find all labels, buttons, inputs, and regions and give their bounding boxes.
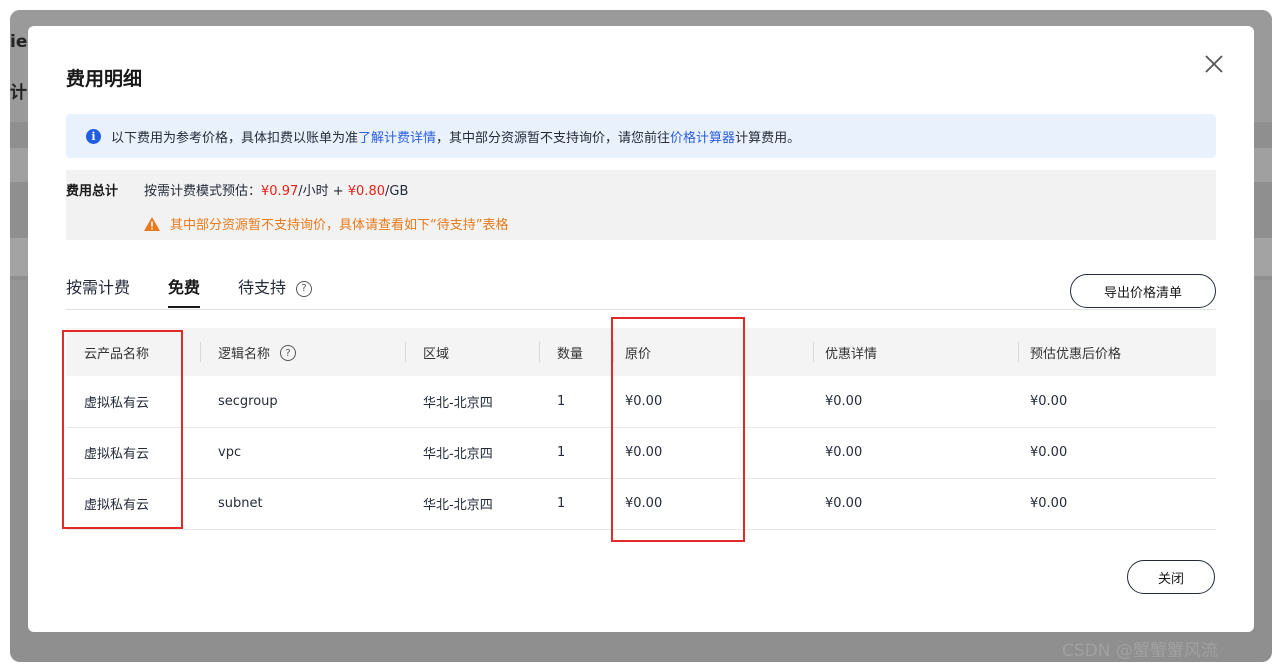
cell-product: 虚拟私有云 [66, 427, 200, 479]
cell-estimated-price: ¥0.00 [1018, 427, 1216, 479]
cell-discount: ¥0.00 [813, 427, 1018, 479]
tab-label: 待支持 [238, 278, 287, 297]
price-table: 云产品名称 逻辑名称? 区域 数量 原价 优惠详情 预估优惠后价格 虚拟私有云 … [66, 328, 1216, 530]
col-header-logical-name: 逻辑名称? [200, 328, 405, 376]
header-label: 数量 [557, 346, 584, 362]
cell-logical-name: subnet [200, 478, 405, 530]
info-banner: i 以下费用为参考价格，具体扣费以账单为准 了解计费详情 ，其中部分资源暂不支持… [66, 114, 1216, 158]
table-header-row: 云产品名称 逻辑名称? 区域 数量 原价 优惠详情 预估优惠后价格 [66, 328, 1216, 376]
warning-icon [144, 216, 160, 231]
cell-original-price: ¥0.00 [613, 427, 813, 479]
header-label: 逻辑名称 [218, 346, 271, 362]
header-label: 预估优惠后价格 [1030, 346, 1122, 362]
tab-free[interactable]: 免费 [168, 274, 201, 308]
help-icon[interactable]: ? [280, 345, 297, 361]
cell-original-price: ¥0.00 [613, 376, 813, 428]
header-label: 区域 [423, 346, 450, 362]
cost-summary: 费用总计 按需计费模式预估：¥0.97/小时 + ¥0.80/GB 其中部分资源… [66, 170, 1216, 240]
col-header-original-price: 原价 [613, 328, 813, 376]
col-header-quantity: 数量 [539, 328, 613, 376]
close-button[interactable]: 关闭 [1127, 560, 1215, 594]
cell-logical-name: secgroup [200, 376, 405, 428]
dialog-title: 费用明细 [66, 68, 143, 90]
info-text: 以下费用为参考价格，具体扣费以账单为准 [111, 130, 359, 146]
cost-detail-dialog: 费用明细 i 以下费用为参考价格，具体扣费以账单为准 了解计费详情 ，其中部分资… [28, 26, 1254, 632]
table-row: 虚拟私有云 vpc 华北-北京四 1 ¥0.00 ¥0.00 ¥0.00 [66, 427, 1216, 479]
col-header-discount-details: 优惠详情 [813, 328, 1018, 376]
close-icon[interactable] [1202, 52, 1226, 76]
summary-label: 费用总计 [66, 184, 119, 199]
cell-product: 虚拟私有云 [66, 478, 200, 530]
header-label: 云产品名称 [84, 346, 150, 362]
tab-on-demand[interactable]: 按需计费 [66, 274, 130, 306]
cell-logical-name: vpc [200, 427, 405, 479]
warning-text: 其中部分资源暂不支持询价，具体请查看如下“待支持”表格 [170, 218, 509, 233]
col-header-product: 云产品名称 [66, 328, 200, 376]
background-partial-text: 计 [10, 83, 27, 103]
pricing-tabs: 按需计费 免费 待支持? [66, 274, 350, 308]
hourly-price: ¥0.97 [261, 184, 299, 199]
header-label: 优惠详情 [825, 346, 878, 362]
watermark: CSDN @蟹蟹蟹风流 [1062, 641, 1218, 661]
cell-region: 华北-北京四 [405, 376, 539, 428]
cell-quantity: 1 [539, 427, 613, 479]
table-row: 虚拟私有云 subnet 华北-北京四 1 ¥0.00 ¥0.00 ¥0.00 [66, 478, 1216, 530]
cell-region: 华北-北京四 [405, 478, 539, 530]
export-price-list-button[interactable]: 导出价格清单 [1070, 274, 1216, 308]
info-text: 计算费用。 [735, 130, 801, 146]
estimate-prefix: 按需计费模式预估： [144, 184, 262, 199]
tab-pending-support[interactable]: 待支持? [238, 274, 313, 306]
info-text: ，其中部分资源暂不支持询价，请您前往 [436, 130, 671, 146]
table-row: 虚拟私有云 secgroup 华北-北京四 1 ¥0.00 ¥0.00 ¥0.0… [66, 376, 1216, 428]
summary-warning: 其中部分资源暂不支持询价，具体请查看如下“待支持”表格 [144, 214, 508, 233]
hourly-unit: /小时 + [298, 184, 344, 199]
info-icon: i [86, 128, 101, 144]
cell-discount: ¥0.00 [813, 376, 1018, 428]
cell-region: 华北-北京四 [405, 427, 539, 479]
tab-divider [66, 309, 1216, 310]
gb-price: ¥0.80 [347, 184, 385, 199]
price-calculator-link[interactable]: 价格计算器 [670, 127, 735, 146]
cell-estimated-price: ¥0.00 [1018, 478, 1216, 530]
billing-details-link[interactable]: 了解计费详情 [358, 127, 436, 146]
cell-estimated-price: ¥0.00 [1018, 376, 1216, 428]
cell-discount: ¥0.00 [813, 478, 1018, 530]
cell-original-price: ¥0.00 [613, 478, 813, 530]
gb-unit: /GB [385, 184, 409, 199]
cell-quantity: 1 [539, 478, 613, 530]
col-header-estimated-price: 预估优惠后价格 [1018, 328, 1216, 376]
cell-product: 虚拟私有云 [66, 376, 200, 428]
background-partial-text: ie [10, 32, 28, 52]
header-label: 原价 [625, 346, 652, 362]
cell-quantity: 1 [539, 376, 613, 428]
help-icon[interactable]: ? [296, 280, 313, 297]
col-header-region: 区域 [405, 328, 539, 376]
summary-estimate: 按需计费模式预估：¥0.97/小时 + ¥0.80/GB [144, 180, 408, 199]
